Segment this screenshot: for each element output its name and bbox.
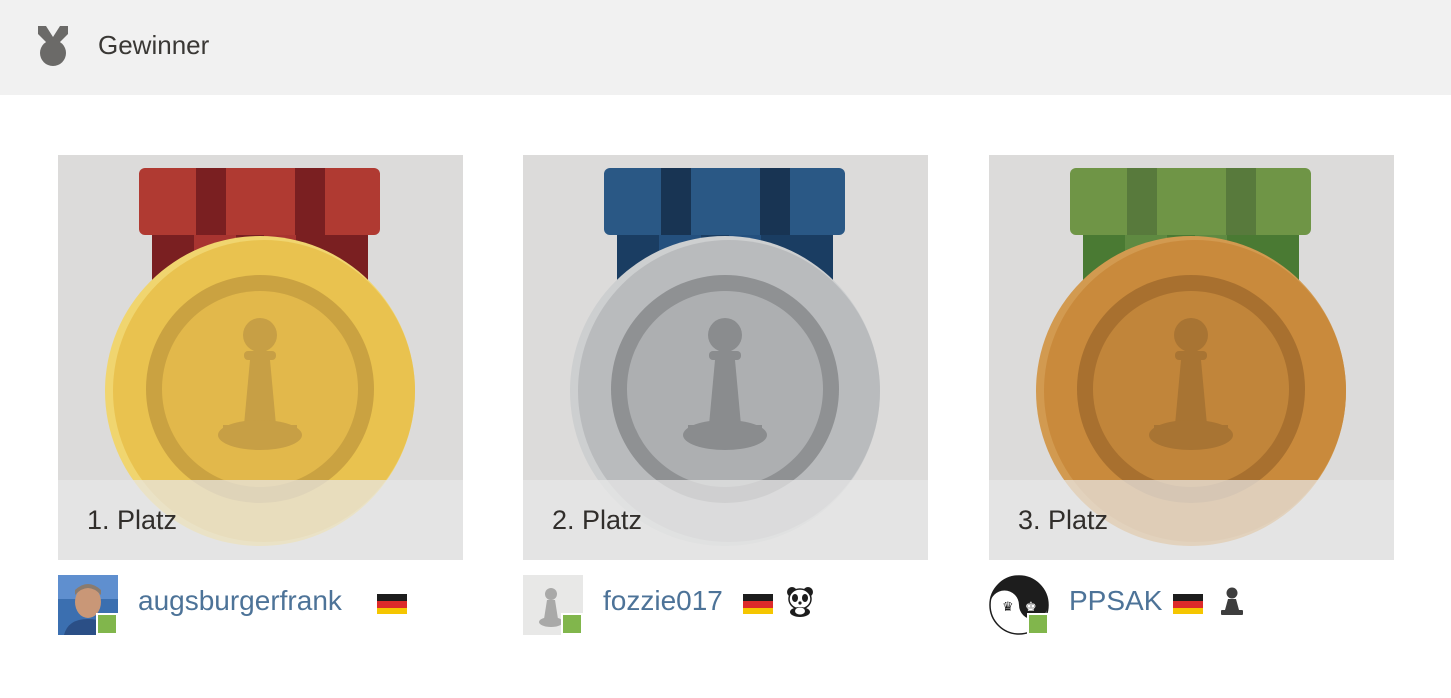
winner-card-third: 3. Platz ♛ ♚ PPSAK (989, 155, 1394, 635)
svg-text:♛: ♛ (1002, 600, 1014, 615)
username-link[interactable]: augsburgerfrank (138, 584, 342, 618)
online-status-icon (561, 613, 583, 635)
avatar[interactable]: ♛ ♚ (989, 575, 1049, 635)
bronze-medal-image: 3. Platz (989, 155, 1394, 560)
winner-card-second: 2. Platz fozzie017 (523, 155, 928, 635)
online-status-icon (1027, 613, 1049, 635)
username-link[interactable]: PPSAK (1069, 584, 1162, 618)
silver-medal-image: 2. Platz (523, 155, 928, 560)
gold-medal-image: 1. Platz (58, 155, 463, 560)
medal-icon (38, 26, 68, 66)
germany-flag-icon (377, 594, 407, 614)
germany-flag-icon (743, 594, 773, 614)
player-row: fozzie017 (523, 570, 928, 635)
online-status-icon (96, 613, 118, 635)
winners-header: Gewinner (0, 0, 1451, 95)
place-label: 1. Platz (87, 505, 178, 535)
player-row: ♛ ♚ PPSAK (989, 570, 1394, 635)
avatar[interactable] (523, 575, 583, 635)
player-row: augsburgerfrank (58, 570, 463, 635)
place-label: 3. Platz (1018, 505, 1109, 535)
panda-icon (787, 587, 813, 617)
pawn-icon (1221, 587, 1243, 615)
username-link[interactable]: fozzie017 (603, 584, 723, 618)
place-label: 2. Platz (552, 505, 643, 535)
germany-flag-icon (1173, 594, 1203, 614)
section-title: Gewinner (98, 30, 210, 60)
winner-card-first: 1. Platz augsburgerfrank (58, 155, 463, 635)
avatar[interactable] (58, 575, 118, 635)
